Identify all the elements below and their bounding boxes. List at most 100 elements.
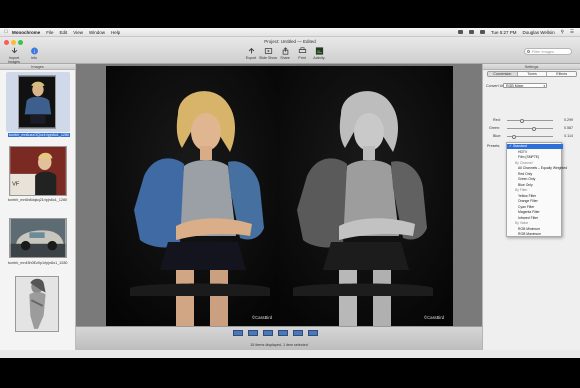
checkmark-icon: ✓ <box>509 144 512 148</box>
dropdown-option[interactable]: Red Only <box>507 172 563 177</box>
wifi-icon[interactable] <box>457 30 463 34</box>
dropdown-option[interactable]: RGB Maximum <box>507 232 563 237</box>
thumbnail-image[interactable] <box>18 75 56 129</box>
bottom-toolbar: 15 Items displayed, 1 item selected <box>76 326 482 350</box>
blue-slider[interactable] <box>507 134 553 139</box>
slide-show-button[interactable]: Slide Show <box>259 47 277 60</box>
clock[interactable]: Tue 5:27 PM <box>491 30 517 35</box>
menu-app[interactable]: Monochrome <box>12 30 40 35</box>
red-value[interactable]: 0.299 <box>559 118 573 122</box>
battery-icon[interactable] <box>479 30 485 34</box>
status-text: 15 Items displayed, 1 item selected <box>250 343 308 347</box>
red-slider[interactable] <box>507 118 553 123</box>
view-compare-icon[interactable] <box>278 330 288 336</box>
import-images-button[interactable]: Import Images <box>5 47 23 64</box>
view-after-icon[interactable] <box>308 330 318 336</box>
thumbnail-image[interactable]: VF <box>9 146 67 196</box>
thumbnail-label: tumblr_mn6b8dqkq21rlpjn8o1_1280 <box>8 198 68 202</box>
print-icon <box>298 47 306 53</box>
view-before-icon[interactable] <box>293 330 303 336</box>
dropdown-option[interactable]: Blue Only <box>507 183 563 188</box>
red-label: Red: <box>493 118 501 122</box>
red-slider-knob[interactable] <box>519 118 524 123</box>
tab-conversion[interactable]: Conversion <box>488 72 518 76</box>
thumbnail-image[interactable] <box>9 218 67 258</box>
images-sidebar: Images tumblr_mn6uxzOQvz1rlpjn8o1_1280 V… <box>0 64 76 350</box>
dropdown-option[interactable]: HDTV <box>507 150 563 155</box>
dropdown-option[interactable]: Infrared Filter <box>507 216 563 221</box>
menu-edit[interactable]: Edit <box>60 30 68 35</box>
spotlight-icon[interactable]: ⚲ <box>561 29 564 35</box>
blue-value[interactable]: 0.114 <box>559 134 573 138</box>
thumbnail-image[interactable] <box>15 276 59 332</box>
export-button[interactable]: Export <box>242 47 260 60</box>
window-title: Project: Untitled — Edited <box>264 39 316 44</box>
dropdown-option[interactable]: All Channels – Equally Weighted <box>507 166 567 171</box>
share-icon <box>282 47 288 55</box>
dropdown-option[interactable]: Green Only <box>507 177 563 182</box>
menu-bar:  Monochrome File Edit View Window Help … <box>0 28 580 37</box>
converted-image <box>279 66 453 326</box>
convert-using-value: RGB Mixer <box>506 84 524 88</box>
view-single-icon[interactable] <box>233 330 243 336</box>
photo-preview[interactable]: ©CassBird ©CassBird <box>106 66 453 326</box>
dropdown-option[interactable]: Standard ✓ <box>507 144 563 149</box>
settings-tabs: Conversion Tones Effects <box>487 71 577 77</box>
user-name[interactable]: Douglas Wellsin <box>522 30 554 35</box>
menu-help[interactable]: Help <box>111 30 120 35</box>
status-area: Tue 5:27 PM Douglas Wellsin ⚲ ☰ <box>452 29 580 35</box>
import-icon <box>11 47 17 54</box>
dropdown-option[interactable]: Orange Filter <box>507 199 563 204</box>
menu-file[interactable]: File <box>46 30 53 35</box>
green-label: Green: <box>489 126 500 130</box>
convert-using-select[interactable]: RGB Mixer ▾ <box>503 83 547 88</box>
info-button[interactable]: i Info <box>25 47 43 60</box>
chevron-down-icon: ▾ <box>543 84 545 88</box>
print-button[interactable]: Print <box>293 47 311 60</box>
dropdown-option[interactable]: Magenta Filter <box>507 210 563 215</box>
dropdown-option[interactable]: Cyan Filter <box>507 205 563 210</box>
print-label: Print <box>298 56 306 60</box>
export-icon <box>248 47 254 54</box>
green-value[interactable]: 0.587 <box>559 126 573 130</box>
presets-label: Presets: <box>487 144 501 148</box>
credit-left: ©CassBird <box>252 315 273 320</box>
import-images-label: Import Images <box>8 56 20 64</box>
activity-icon <box>315 47 323 55</box>
dropdown-option[interactable]: Yellow Filter <box>507 194 563 199</box>
blue-slider-knob[interactable] <box>511 134 516 139</box>
filter-images-input[interactable]: Filter Images <box>524 48 572 55</box>
dropdown-option[interactable]: Film (SMPTE) <box>507 155 563 160</box>
slideshow-icon <box>264 48 272 54</box>
info-label: Info <box>31 56 37 60</box>
share-label: Share <box>280 56 290 60</box>
view-split-horizontal-icon[interactable] <box>248 330 258 336</box>
blue-label: Blue: <box>493 134 502 138</box>
menu-window[interactable]: Window <box>89 30 105 35</box>
presets-dropdown: Standard ✓ HDTV Film (SMPTE) By Channel All C… <box>506 142 567 237</box>
toolbar: Project: Untitled — Edited Import Images… <box>0 37 580 64</box>
sidebar-title: Images <box>0 64 75 70</box>
share-button[interactable]: Share <box>276 47 294 60</box>
main-canvas: ©CassBird ©CassBird 15 Items displayed, … <box>76 64 482 350</box>
green-slider-knob[interactable] <box>531 126 536 131</box>
dropdown-section-header: By Filter <box>515 188 528 192</box>
activity-button[interactable]: Activity <box>310 47 328 60</box>
thumbnail-label: tumblr_mn6uxzOQvz1rlpjn8o1_1280 <box>8 133 70 137</box>
apple-menu-icon[interactable]:  <box>0 29 12 35</box>
volume-icon[interactable] <box>468 30 474 34</box>
green-slider[interactable] <box>507 126 553 131</box>
svg-text:VF: VF <box>12 181 20 187</box>
dropdown-section-header: By Channel <box>515 160 533 165</box>
view-split-vertical-icon[interactable] <box>263 330 273 336</box>
slide-show-label: Slide Show <box>259 56 277 60</box>
dropdown-option[interactable]: RGB Minimum <box>507 227 563 232</box>
search-icon <box>527 50 530 53</box>
settings-title: Settings <box>483 64 580 70</box>
export-label: Export <box>245 56 257 60</box>
tab-tones[interactable]: Tones <box>517 72 548 76</box>
menu-view[interactable]: View <box>73 30 83 35</box>
tab-effects[interactable]: Effects <box>547 72 576 76</box>
notification-icon[interactable]: ☰ <box>570 29 574 35</box>
screen:  Monochrome File Edit View Window Help … <box>0 28 580 358</box>
